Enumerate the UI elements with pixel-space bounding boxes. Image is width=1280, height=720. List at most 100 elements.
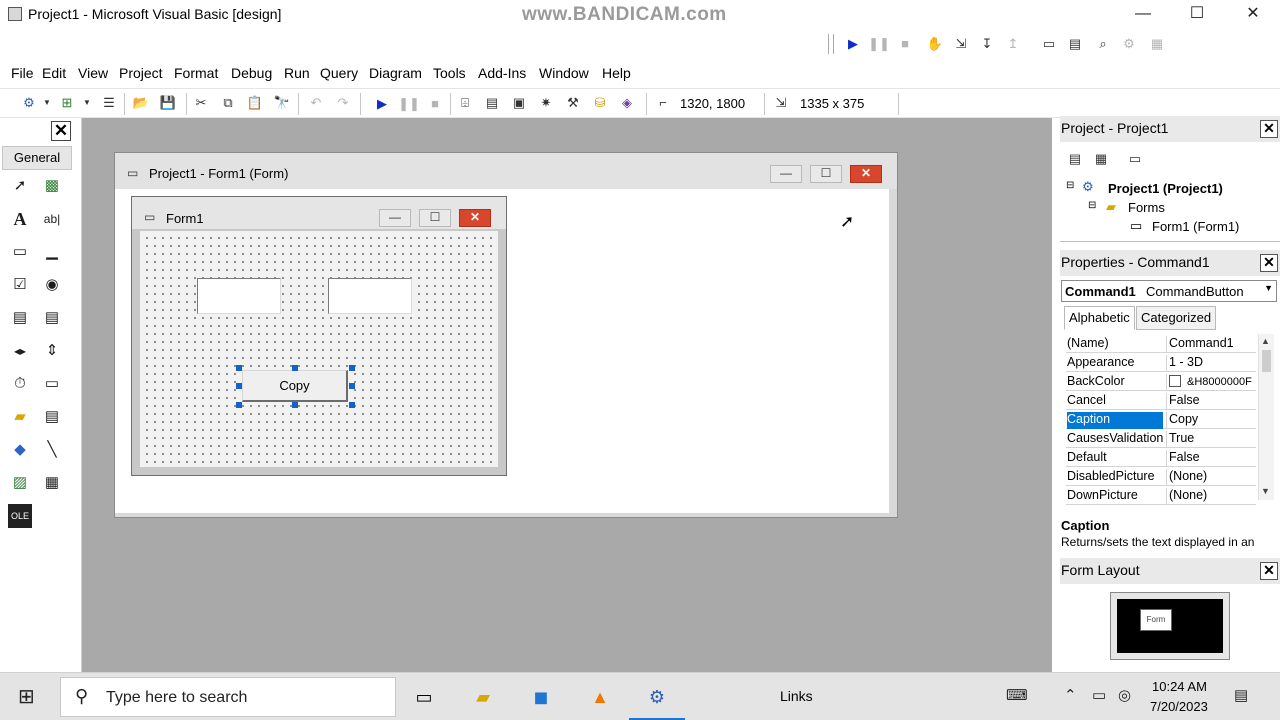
stop-icon[interactable]: ■ <box>894 33 916 55</box>
frame-tool-icon[interactable]: ▭ <box>8 240 32 264</box>
drivelistbox-tool-icon[interactable]: ▭ <box>40 372 64 396</box>
property-value[interactable]: True <box>1166 431 1256 448</box>
step-into-icon[interactable]: ⇲ <box>950 33 972 55</box>
find-icon[interactable]: 🔭 <box>271 92 293 114</box>
project-panel-close-button[interactable]: ✕ <box>1260 120 1278 138</box>
listbox-tool-icon[interactable]: ▤ <box>40 306 64 330</box>
label-tool-icon[interactable]: A <box>8 207 32 231</box>
resize-handle[interactable] <box>292 402 298 408</box>
menu-format[interactable]: Format <box>174 65 218 81</box>
resize-handle[interactable] <box>236 402 242 408</box>
tree-form1-item[interactable]: Form1 (Form1) <box>1152 219 1239 234</box>
store-icon[interactable]: ◼ <box>525 681 557 713</box>
view-code-icon[interactable]: ▤ <box>1064 148 1086 170</box>
menu-debug[interactable]: Debug <box>231 65 272 81</box>
start-icon[interactable]: ▶ <box>842 33 864 55</box>
menu-help[interactable]: Help <box>602 65 631 81</box>
menu-editor-icon[interactable]: ☰ <box>98 92 120 114</box>
designer-caption[interactable]: ▭ Project1 - Form1 (Form) — ☐ ✕ <box>115 153 897 189</box>
layout-panel-close-button[interactable]: ✕ <box>1260 562 1278 580</box>
designer-minimize-button[interactable]: — <box>770 165 802 183</box>
menu-query[interactable]: Query <box>320 65 358 81</box>
picturebox-tool-icon[interactable]: ▩ <box>40 174 64 198</box>
form1-client-area[interactable] <box>140 231 498 467</box>
menu-tools[interactable]: Tools <box>433 65 466 81</box>
tab-alphabetic[interactable]: Alphabetic <box>1064 306 1135 330</box>
pointer-tool-icon[interactable]: ➚ <box>8 174 32 198</box>
resize-handle[interactable] <box>349 365 355 371</box>
ole-tool-icon[interactable]: OLE <box>8 504 32 528</box>
designer-close-button[interactable]: ✕ <box>850 165 882 183</box>
open-project-icon[interactable]: 📂 <box>130 92 152 114</box>
toolbar-grip[interactable] <box>828 34 834 54</box>
optionbutton-tool-icon[interactable]: ◉ <box>40 273 64 297</box>
immediate-window-icon[interactable]: ▤ <box>1064 33 1086 55</box>
pause-icon[interactable]: ❚❚ <box>868 33 890 55</box>
scrollbar-thumb[interactable] <box>1262 350 1271 372</box>
visual-basic-taskbar-icon[interactable]: ⚙ <box>629 681 685 720</box>
chevron-up-icon[interactable]: ⌃ <box>1064 686 1077 704</box>
toolbox-icon[interactable]: ⚒ <box>562 92 584 114</box>
property-value[interactable]: &H8000000F <box>1166 374 1256 391</box>
paste-icon[interactable]: 📋 <box>244 92 266 114</box>
line-tool-icon[interactable]: ╲ <box>40 438 64 462</box>
menu-view[interactable]: View <box>78 65 108 81</box>
properties-window-icon[interactable]: ▤ <box>481 92 503 114</box>
property-row[interactable]: (Name) Command1 <box>1066 334 1256 353</box>
shape-tool-icon[interactable]: ◆ <box>8 438 32 462</box>
step-over-icon[interactable]: ↧ <box>976 33 998 55</box>
property-row[interactable]: Cancel False <box>1066 391 1256 410</box>
save-project-icon[interactable]: 💾 <box>157 92 179 114</box>
close-button[interactable]: ✕ <box>1230 3 1276 27</box>
form1-minimize-button[interactable]: — <box>379 209 411 227</box>
form-layout-icon[interactable]: ▣ <box>508 92 530 114</box>
copy-icon[interactable]: ⧉ <box>217 92 239 114</box>
form1-caption[interactable]: ▭ Form1 — ☐ ✕ <box>132 197 506 229</box>
form1-close-button[interactable]: ✕ <box>459 209 491 227</box>
toolbox-close-button[interactable]: ✕ <box>51 121 71 141</box>
menu-file[interactable]: File <box>11 65 34 81</box>
view-object-icon[interactable]: ▦ <box>1090 148 1112 170</box>
hscrollbar-tool-icon[interactable]: ◂▸ <box>8 339 32 363</box>
menu-edit[interactable]: Edit <box>42 65 66 81</box>
notification-icon[interactable]: ▤ <box>1234 686 1248 704</box>
resize-handle[interactable] <box>292 365 298 371</box>
property-value[interactable]: (None) <box>1166 488 1256 505</box>
menu-diagram[interactable]: Diagram <box>369 65 422 81</box>
checkbox-tool-icon[interactable]: ☑ <box>8 273 32 297</box>
add-form-icon[interactable]: ⊞ <box>56 92 78 114</box>
maximize-button[interactable]: ☐ <box>1174 3 1220 27</box>
cut-icon[interactable]: ✂ <box>190 92 212 114</box>
text2-textbox[interactable] <box>328 278 412 314</box>
chevron-down-icon[interactable]: ▼ <box>36 92 58 114</box>
vlc-icon[interactable]: ▲ <box>584 681 616 713</box>
property-value[interactable]: False <box>1166 450 1256 467</box>
menu-window[interactable]: Window <box>539 65 589 81</box>
dirlistbox-tool-icon[interactable]: ▰ <box>8 405 32 429</box>
textbox-tool-icon[interactable]: ab| <box>40 207 64 231</box>
property-row[interactable]: CausesValidation True <box>1066 429 1256 448</box>
undo-icon[interactable]: ↶ <box>305 92 327 114</box>
resize-handle[interactable] <box>349 402 355 408</box>
form-position-preview[interactable]: Form <box>1140 609 1172 631</box>
data-tool-icon[interactable]: ▦ <box>40 471 64 495</box>
property-value[interactable]: (None) <box>1166 469 1256 486</box>
property-value[interactable]: 1 - 3D <box>1166 355 1256 372</box>
task-view-icon[interactable]: ▭ <box>408 681 440 713</box>
form1-maximize-button[interactable]: ☐ <box>419 209 451 227</box>
taskbar-search-box[interactable]: ⚲ Type here to search <box>60 677 396 717</box>
object-selector[interactable]: Command1 CommandButton ▼ <box>1061 280 1277 302</box>
locals-window-icon[interactable]: ▭ <box>1038 33 1060 55</box>
stop-icon[interactable]: ■ <box>424 93 446 115</box>
command1-copy-button[interactable]: Copy <box>242 370 348 402</box>
call-stack-icon[interactable]: ▦ <box>1146 33 1168 55</box>
device-icon[interactable]: ▭ <box>1092 686 1106 704</box>
property-value[interactable]: Command1 <box>1166 336 1256 353</box>
toggle-folders-icon[interactable]: ▭ <box>1124 148 1146 170</box>
chevron-up-icon[interactable]: ▲ <box>1261 336 1270 346</box>
image-tool-icon[interactable]: ▨ <box>8 471 32 495</box>
data-view-icon[interactable]: ⛁ <box>589 92 611 114</box>
property-scrollbar[interactable]: ▲ ▼ <box>1258 334 1274 500</box>
keyboard-icon[interactable]: ⌨ <box>1006 686 1028 704</box>
menu-run[interactable]: Run <box>284 65 310 81</box>
